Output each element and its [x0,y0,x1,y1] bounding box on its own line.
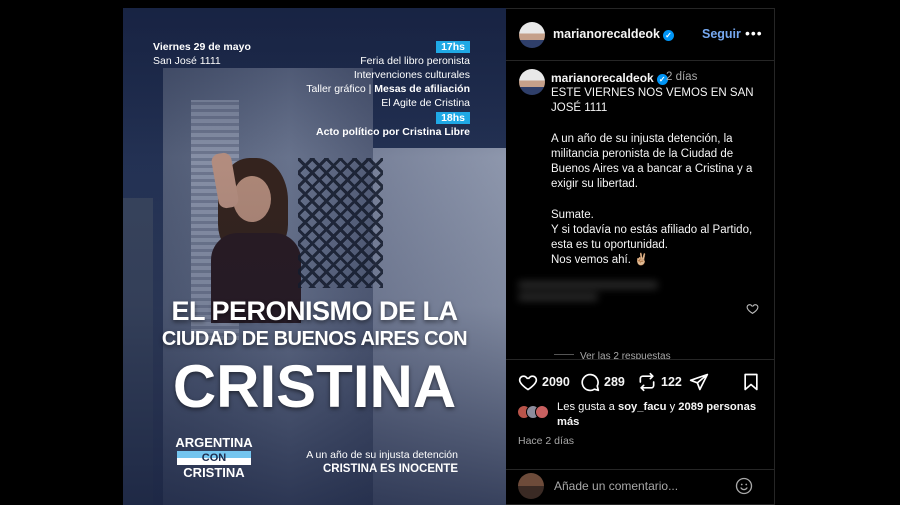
headline-line-1: EL PERONISMO DE LA [171,296,458,326]
follow-button[interactable]: Seguir [702,27,741,41]
bookmark-icon[interactable] [741,372,761,392]
view-replies-link[interactable]: Ver las 2 respuestas [554,351,671,359]
comment-input[interactable] [554,476,724,496]
event-line-taller: Taller gráfico | Mesas de afiliación [306,82,470,96]
liker-username[interactable]: soy_facu [618,401,667,413]
comment-icon[interactable] [580,372,600,392]
likes-joiner: y [669,401,676,413]
caption-timestamp[interactable]: 2 días [666,71,697,83]
likes-summary[interactable]: Les gusta a soy_facu y 2089 personas más [557,400,767,429]
time-18-label: 18hs [436,112,470,124]
comment-composer [506,469,774,505]
event-line-acto: Acto político por Cristina Libre [315,126,470,138]
argentina-con-cristina-logo: ARGENTINA CON CRISTINA [171,436,257,480]
tagline-inocente: CRISTINA ES INOCENTE [322,463,458,475]
tagline-detention: A un año de su injusta detención [306,449,458,461]
caption-username[interactable]: marianorecaldeok ✓ [551,71,668,85]
reposts-count[interactable]: 122 [661,375,682,389]
repost-icon[interactable] [637,372,657,392]
author-username[interactable]: marianorecaldeok ✓ [553,27,674,41]
heart-icon[interactable] [518,372,538,392]
event-line-feria: Feria del libro peronista [360,55,470,67]
logo-line-1: ARGENTINA [175,435,253,450]
headline-line-2: CIUDAD DE BUENOS AIRES CON [161,328,468,350]
post-header: marianorecaldeok ✓ Seguir ••• [506,9,774,61]
comment-like-heart-icon[interactable] [746,302,759,318]
likes-count[interactable]: 2090 [542,375,570,389]
share-button[interactable] [689,372,709,392]
event-line-agite: El Agite de Cristina [381,97,470,109]
save-button[interactable] [741,372,761,392]
action-bar: 2090 289 122 Les gusta a soy_facu y 2089… [506,359,774,469]
headline-line-3: CRISTINA [172,353,457,420]
logo-line-3: CRISTINA [183,465,245,480]
likers-avatars[interactable] [517,405,557,421]
verified-badge-icon: ✓ [663,30,674,41]
logo-line-2: CON [177,451,251,465]
comment-placeholder [518,277,718,317]
author-avatar[interactable] [519,22,545,48]
event-line-intervenciones: Intervenciones culturales [353,69,470,81]
time-badge-17: 17hs [436,40,470,54]
post-age[interactable]: Hace 2 días [518,435,574,447]
caption-avatar[interactable] [519,69,545,95]
mesas-label: Mesas de afiliación [374,83,470,95]
post-sidebar: marianorecaldeok ✓ Seguir ••• marianoreca… [506,8,775,505]
like-button[interactable]: 2090 [518,372,570,392]
caption-text: ESTE VIERNES NOS VEMOS EN SAN JOSÉ 1111 … [551,87,754,267]
time-17-label: 17hs [436,41,470,53]
send-icon[interactable] [689,372,709,392]
comments-count[interactable]: 289 [604,375,625,389]
author-username-text[interactable]: marianorecaldeok [553,27,660,41]
event-date: Viernes 29 de mayo [153,41,251,53]
post-image[interactable]: Viernes 29 de mayo San José 1111 17hs Fe… [123,8,506,505]
caption-username-text[interactable]: marianorecaldeok [551,71,654,85]
likes-prefix: Les gusta a [557,401,615,413]
time-badge-18: 18hs [436,111,470,125]
more-options-icon[interactable]: ••• [745,25,763,41]
emoji-icon[interactable] [735,477,753,495]
instagram-post: Viernes 29 de mayo San José 1111 17hs Fe… [123,8,775,505]
view-replies-text[interactable]: Ver las 2 respuestas [580,351,671,359]
comment-button[interactable]: 289 [580,372,625,392]
liker-avatar [535,405,549,419]
event-address: San José 1111 [153,55,221,67]
viewer-avatar [518,473,544,499]
taller-label: Taller gráfico | [306,83,372,95]
repost-button[interactable]: 122 [637,372,682,392]
